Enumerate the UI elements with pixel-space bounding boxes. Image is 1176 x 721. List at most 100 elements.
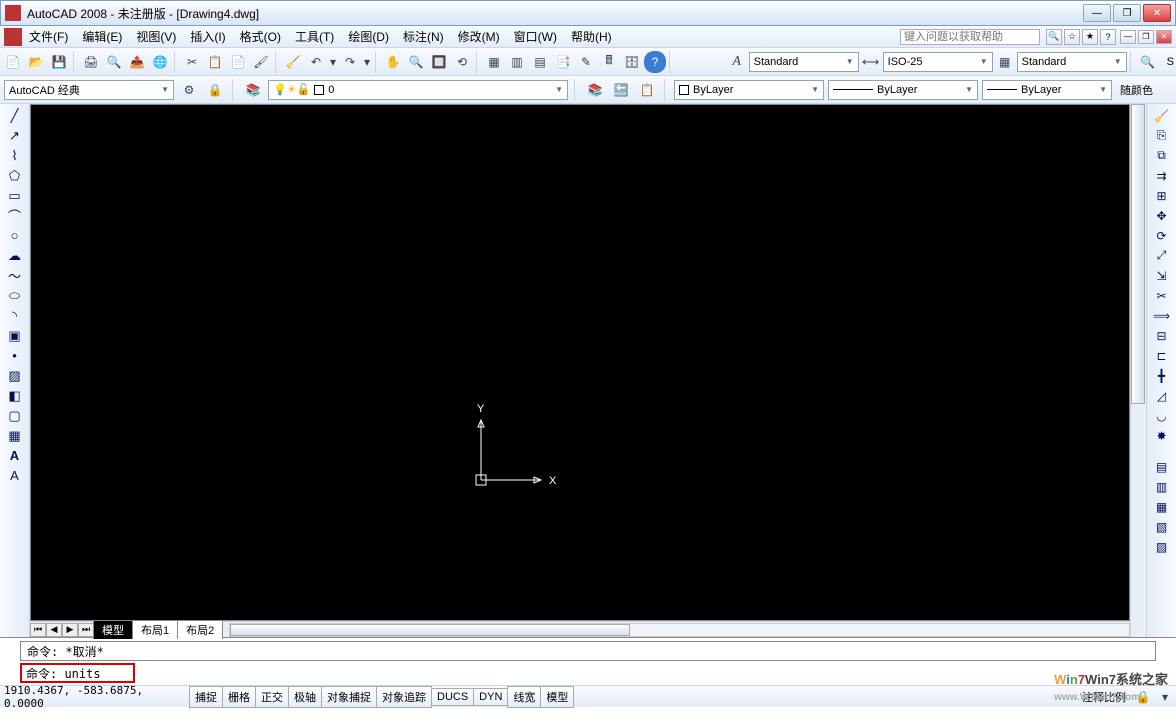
save-icon[interactable]: 💾 xyxy=(48,51,70,73)
menu-edit[interactable]: 编辑(E) xyxy=(75,26,129,47)
layer-prev-icon[interactable]: 🔙 xyxy=(610,79,632,101)
table-style-dropdown[interactable]: Standard▼ xyxy=(1017,52,1127,72)
zoom-rt-icon[interactable]: 🔍 xyxy=(405,51,427,73)
help-search-input[interactable] xyxy=(900,29,1040,45)
palettes-icon[interactable]: ▥ xyxy=(1151,477,1173,496)
menu-dimension[interactable]: 标注(N) xyxy=(396,26,451,47)
menu-tools[interactable]: 工具(T) xyxy=(288,26,341,47)
layer-prop-icon[interactable]: 📚 xyxy=(242,79,264,101)
properties-icon[interactable]: ▦ xyxy=(483,51,505,73)
drawing-canvas[interactable]: X Y xyxy=(30,104,1130,621)
tab-layout1[interactable]: 布局1 xyxy=(132,620,178,639)
move-icon[interactable]: ✥ xyxy=(1151,206,1173,225)
globe-icon[interactable]: 🌐 xyxy=(149,51,171,73)
xline-icon[interactable]: ↗ xyxy=(4,126,26,145)
explode-icon[interactable]: ✸ xyxy=(1151,426,1173,445)
hscroll-thumb[interactable] xyxy=(230,624,630,636)
eraser-icon[interactable]: 🧹 xyxy=(282,51,304,73)
redo-dropdown-icon[interactable]: ▾ xyxy=(362,51,372,73)
designcenter-icon[interactable]: ▥ xyxy=(506,51,528,73)
publish-icon[interactable]: 📤 xyxy=(126,51,148,73)
block-icon[interactable]: ▣ xyxy=(4,326,26,345)
table-icon[interactable]: ▦ xyxy=(4,426,26,445)
redo-icon[interactable]: ↷ xyxy=(339,51,361,73)
undo-icon[interactable]: ↶ xyxy=(305,51,327,73)
vscroll-thumb[interactable] xyxy=(1131,104,1145,404)
workspace-lock-icon[interactable]: 🔒 xyxy=(204,79,226,101)
break-pt-icon[interactable]: ⊟ xyxy=(1151,326,1173,345)
workspace-dropdown[interactable]: AutoCAD 经典▼ xyxy=(4,80,174,100)
scale-icon[interactable]: ⤢ xyxy=(1151,246,1173,265)
otrack-toggle[interactable]: 对象追踪 xyxy=(376,686,432,708)
tab-next-icon[interactable]: ▶ xyxy=(62,623,78,637)
rotate-icon[interactable]: ⟳ xyxy=(1151,226,1173,245)
menu-view[interactable]: 视图(V) xyxy=(129,26,183,47)
chamfer-icon[interactable]: ◿ xyxy=(1151,386,1173,405)
props-icon[interactable]: ▦ xyxy=(1151,497,1173,516)
polar-toggle[interactable]: 极轴 xyxy=(288,686,322,708)
tablestyle-icon[interactable]: ▦ xyxy=(994,51,1016,73)
layer-dropdown[interactable]: 💡 ☀ 🔓 0 ▼ xyxy=(268,80,568,100)
extend-icon[interactable]: ⟹ xyxy=(1151,306,1173,325)
match-icon[interactable]: 🖌 xyxy=(250,51,272,73)
mirror-icon[interactable]: ⧉ xyxy=(1151,146,1173,165)
menu-window[interactable]: 窗口(W) xyxy=(507,26,564,47)
help-button-icon[interactable]: ? xyxy=(644,51,666,73)
print-icon[interactable]: 🖨 xyxy=(80,51,102,73)
region-icon[interactable]: ▢ xyxy=(4,406,26,425)
close-button[interactable]: ✕ xyxy=(1143,4,1171,22)
polygon-icon[interactable]: ⬠ xyxy=(4,166,26,185)
grid-toggle[interactable]: 栅格 xyxy=(222,686,256,708)
lwt-toggle[interactable]: 线宽 xyxy=(507,686,541,708)
textstyle-icon[interactable]: A xyxy=(726,51,748,73)
workspace-settings-icon[interactable]: ⚙ xyxy=(178,79,200,101)
doc-restore-button[interactable]: ❐ xyxy=(1138,30,1154,44)
join-icon[interactable]: ╋ xyxy=(1151,366,1173,385)
favorites-icon[interactable]: ★ xyxy=(1082,29,1098,45)
coordinates[interactable]: 1910.4367, -583.6875, 0.0000 xyxy=(0,684,190,710)
toolpalettes-icon[interactable]: ▤ xyxy=(529,51,551,73)
command-line[interactable]: 命令: units xyxy=(20,663,135,683)
osnap-toggle[interactable]: 对象捕捉 xyxy=(321,686,377,708)
comm-center-icon[interactable]: ☆ xyxy=(1064,29,1080,45)
menu-help[interactable]: 帮助(H) xyxy=(564,26,619,47)
break-icon[interactable]: ⊏ xyxy=(1151,346,1173,365)
color-dropdown[interactable]: ByLayer▼ xyxy=(674,80,824,100)
menu-file[interactable]: 文件(F) xyxy=(22,26,75,47)
markup-icon[interactable]: ✎ xyxy=(575,51,597,73)
paste-icon[interactable]: 📄 xyxy=(227,51,249,73)
pan-icon[interactable]: ✋ xyxy=(382,51,404,73)
plot-preview-icon[interactable]: 🔍 xyxy=(103,51,125,73)
ellipse-icon[interactable]: ⬭ xyxy=(4,286,26,305)
tab-layout2[interactable]: 布局2 xyxy=(177,620,223,639)
find-icon[interactable]: 🔍 xyxy=(1137,51,1159,73)
arc-icon[interactable]: ⌒ xyxy=(4,206,26,225)
ortho-toggle[interactable]: 正交 xyxy=(255,686,289,708)
ellipse-arc-icon[interactable]: ◝ xyxy=(4,306,26,325)
offset-icon[interactable]: ⇉ xyxy=(1151,166,1173,185)
quickcalc-icon[interactable]: 🖩 xyxy=(598,51,620,73)
new-icon[interactable]: 📄 xyxy=(2,51,24,73)
menu-modify[interactable]: 修改(M) xyxy=(451,26,507,47)
menu-format[interactable]: 格式(O) xyxy=(233,26,288,47)
tab-first-icon[interactable]: ⏮ xyxy=(30,623,46,637)
maximize-button[interactable]: ❐ xyxy=(1113,4,1141,22)
hscrollbar[interactable] xyxy=(229,623,1130,637)
layer-match-icon[interactable]: 📋 xyxy=(636,79,658,101)
vscrollbar[interactable] xyxy=(1130,104,1146,637)
zoom-prev-icon[interactable]: ⟲ xyxy=(451,51,473,73)
point-icon[interactable]: • xyxy=(4,346,26,365)
snap-toggle[interactable]: 捕捉 xyxy=(189,686,223,708)
sheetset-icon[interactable]: 📑 xyxy=(552,51,574,73)
trim-icon[interactable]: ✂ xyxy=(1151,286,1173,305)
tab-last-icon[interactable]: ⏭ xyxy=(78,623,94,637)
gradient-icon[interactable]: ◧ xyxy=(4,386,26,405)
help-icon[interactable]: ? xyxy=(1100,29,1116,45)
dashboard-icon[interactable]: ▤ xyxy=(1151,457,1173,476)
ducs-toggle[interactable]: DUCS xyxy=(431,688,474,706)
dimstyle-icon[interactable]: ⟷ xyxy=(860,51,882,73)
spline-icon[interactable]: 〜 xyxy=(4,266,26,285)
minimize-button[interactable]: — xyxy=(1083,4,1111,22)
dbconnect-icon[interactable]: 🗄 xyxy=(621,51,643,73)
cut-icon[interactable]: ✂ xyxy=(181,51,203,73)
